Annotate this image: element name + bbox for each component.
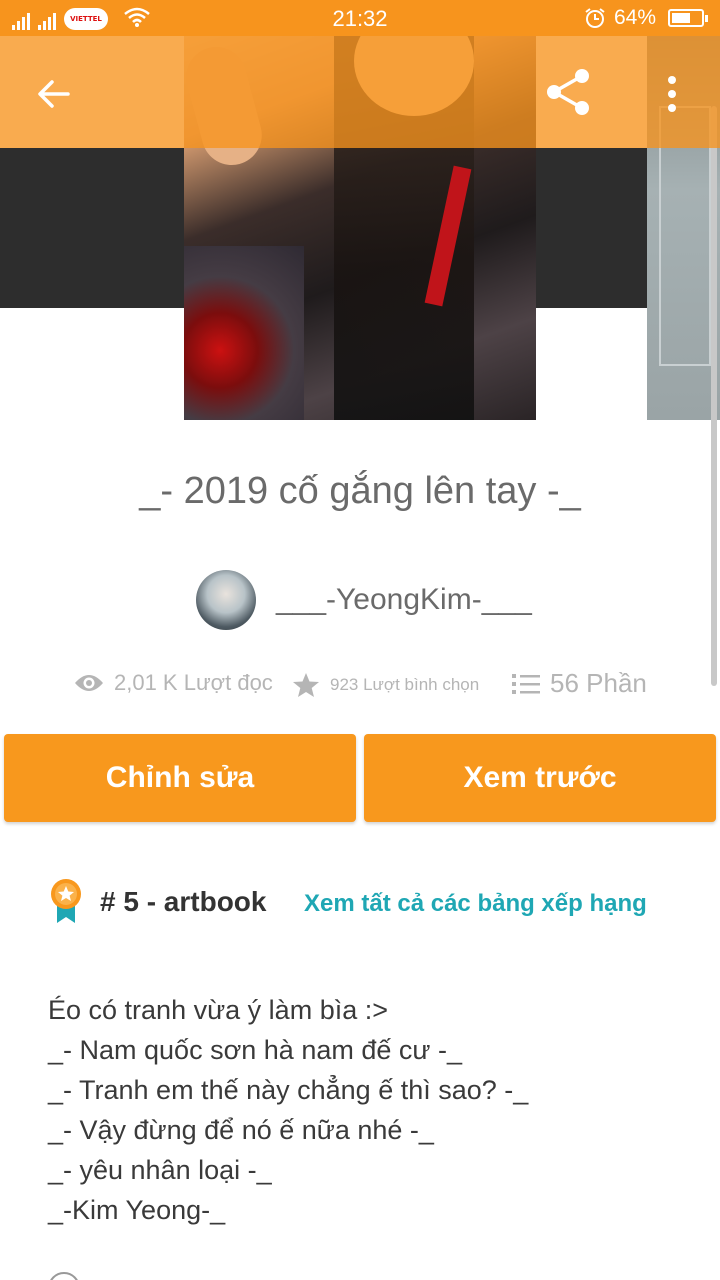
- ranking-label: # 5 - artbook: [100, 886, 267, 917]
- description-line: _- Vậy đừng để nó ế nữa nhé -_: [48, 1115, 434, 1145]
- app-bar: [0, 36, 720, 148]
- clock: 21:32: [332, 6, 388, 31]
- author-name[interactable]: ___-YeongKim-___: [276, 583, 532, 617]
- description-line: Éo có tranh vừa ý làm bìa :>: [48, 995, 388, 1025]
- ranking-row: # 5 - artbook Xem tất cả các bảng xếp hạ…: [48, 878, 708, 928]
- more-vertical-icon[interactable]: [660, 74, 684, 114]
- preview-button[interactable]: Xem trước: [364, 734, 716, 822]
- description-line: _- yêu nhân loại -_: [48, 1155, 272, 1185]
- avatar[interactable]: [196, 570, 256, 630]
- battery-icon: [668, 9, 708, 27]
- star-icon: [293, 673, 319, 697]
- reads-count: 2,01 K Lượt đọc: [114, 670, 273, 695]
- battery-percent: 64%: [614, 6, 657, 29]
- scrollbar[interactable]: [711, 106, 717, 686]
- story-title: _- 2019 cố gắng lên tay -_: [139, 470, 581, 512]
- share-icon[interactable]: [542, 66, 594, 118]
- parts-count: 56 Phần: [550, 668, 647, 698]
- description-line: _- Nam quốc sơn hà nam đế cư -_: [48, 1035, 462, 1065]
- view-all-rankings-link[interactable]: Xem tất cả các bảng xếp hạng: [304, 890, 647, 918]
- description-line: _- Tranh em thế này chẳng ế thì sao? -_: [48, 1075, 529, 1105]
- arrow-left-icon[interactable]: [34, 74, 74, 114]
- alarm-icon: [585, 8, 605, 28]
- votes-count: 923 Lượt bình chọn: [330, 675, 480, 694]
- description-line: _-Kim Yeong-_: [48, 1195, 226, 1225]
- reads-stat: 2,01 K Lượt đọc: [74, 670, 273, 696]
- author-row[interactable]: ___-YeongKim-___: [196, 570, 532, 630]
- edit-button[interactable]: Chỉnh sửa: [4, 734, 356, 822]
- story-description: Éo có tranh vừa ý làm bìa :> _- Nam quốc…: [48, 990, 688, 1230]
- status-bar: VIETTEL 21:32 64%: [0, 0, 720, 36]
- story-stats: 2,01 K Lượt đọc 923 Lượt bình chọn 56 Ph…: [0, 664, 720, 708]
- parts-stat: 56 Phần: [512, 668, 647, 699]
- votes-stat: 923 Lượt bình chọn: [292, 672, 479, 698]
- partial-icon: [48, 1272, 80, 1280]
- list-icon: [512, 673, 540, 694]
- medal-icon: [51, 879, 81, 923]
- eye-icon: [75, 675, 103, 691]
